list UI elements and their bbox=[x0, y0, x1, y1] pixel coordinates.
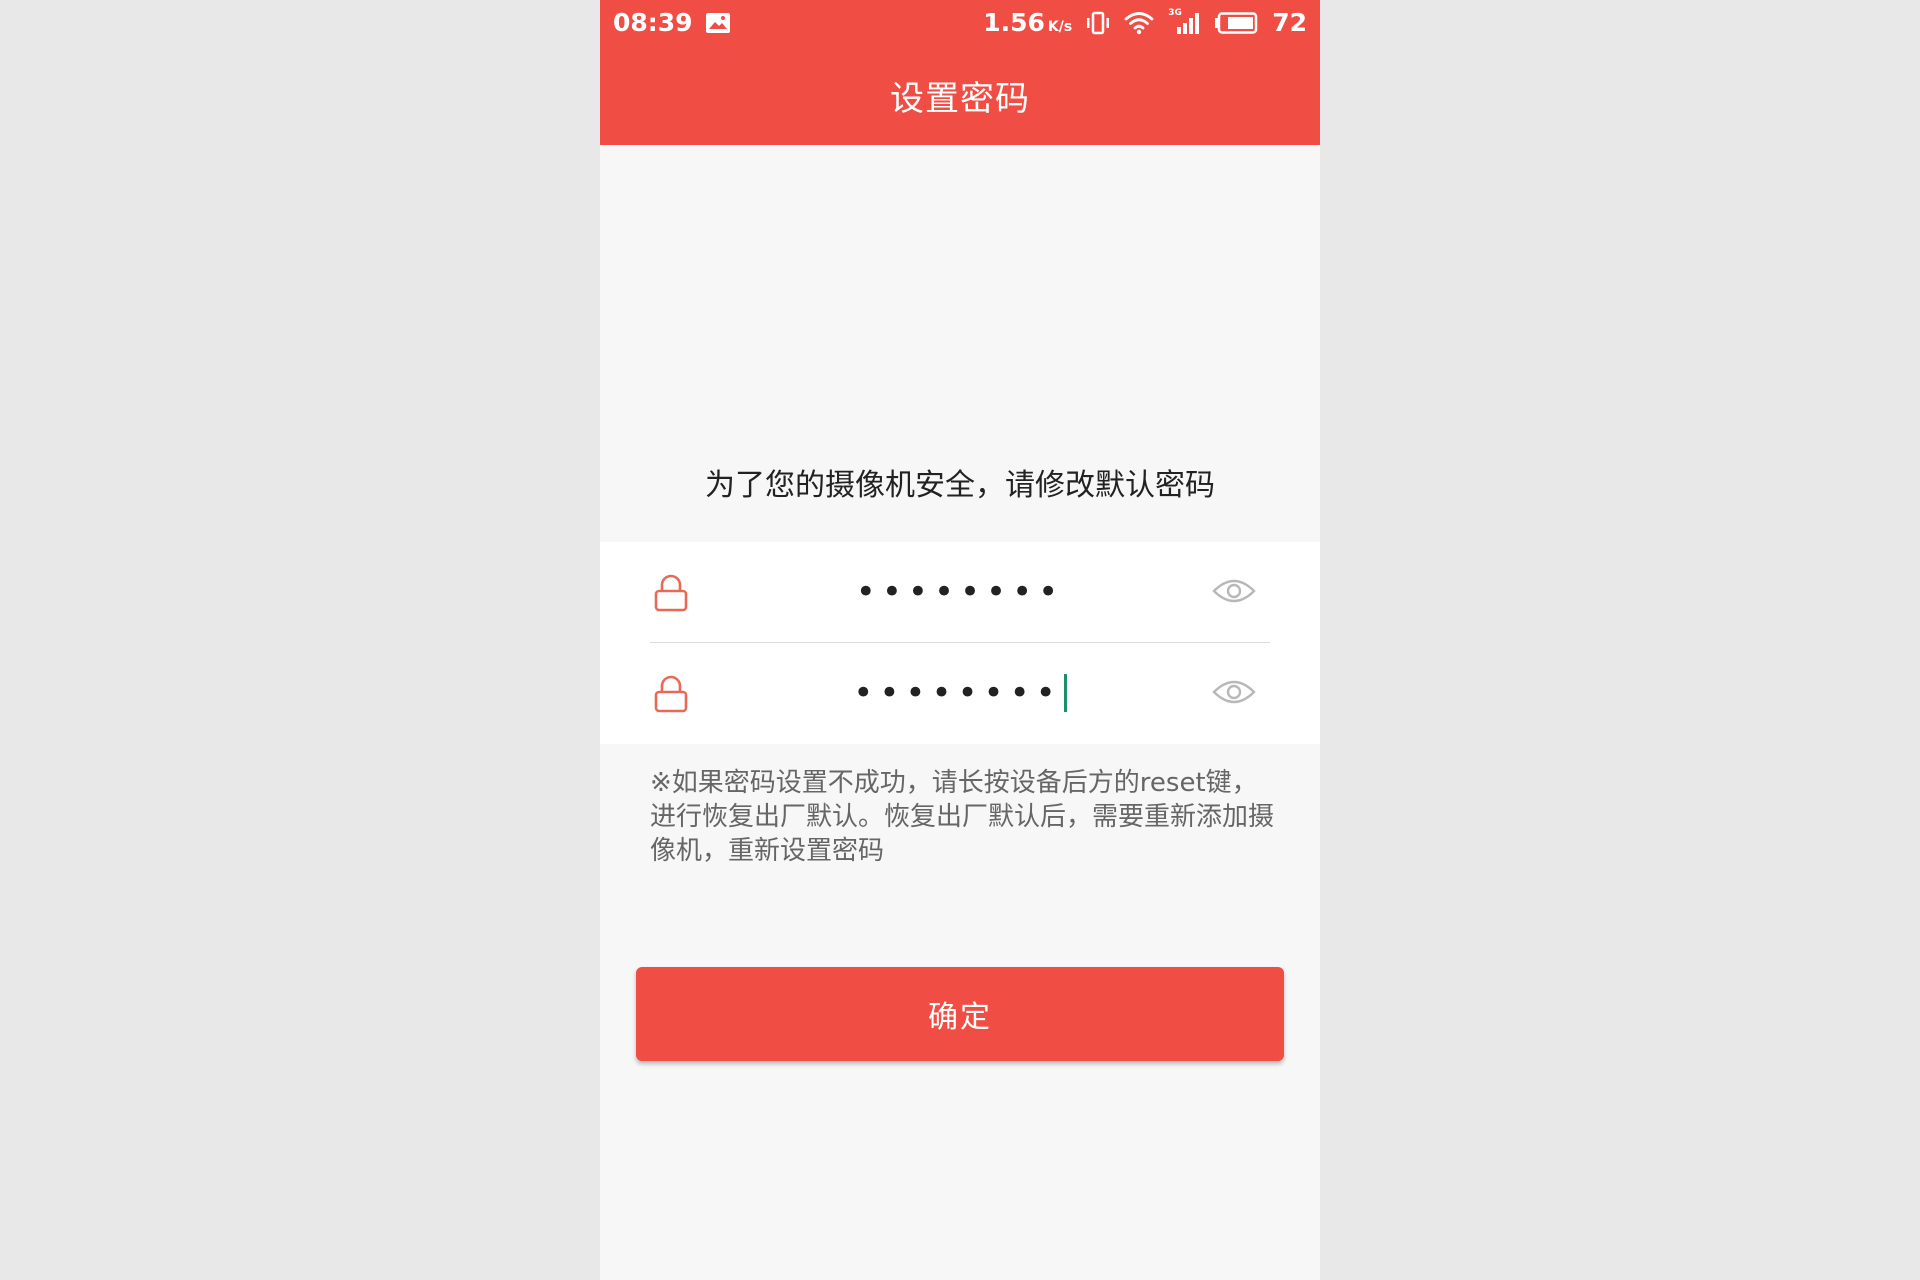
battery-icon bbox=[1215, 11, 1258, 34]
eye-icon[interactable] bbox=[1212, 576, 1256, 606]
net-speed: 1.56 K/s bbox=[983, 8, 1072, 37]
lock-icon bbox=[654, 675, 688, 713]
password-input[interactable]: •••••••• bbox=[780, 542, 1140, 642]
wifi-icon bbox=[1124, 11, 1154, 34]
text-caret bbox=[1063, 674, 1067, 712]
reset-note: ※如果密码设置不成功，请长按设备后方的reset键，进行恢复出厂默认。恢复出厂默… bbox=[650, 768, 1275, 866]
signal-group: 3G bbox=[1168, 8, 1200, 34]
password-value: •••••••• bbox=[855, 572, 1065, 612]
confirm-password-input[interactable]: •••••••• bbox=[780, 643, 1140, 743]
page-title: 设置密码 bbox=[890, 78, 1030, 119]
confirm-password-row: •••••••• bbox=[600, 643, 1320, 743]
status-bar-left: 08:39 bbox=[613, 8, 731, 37]
eye-icon[interactable] bbox=[1212, 677, 1256, 707]
security-prompt: 为了您的摄像机安全，请修改默认密码 bbox=[705, 468, 1215, 503]
status-bar-right: 1.56 K/s 3G 72 bbox=[983, 8, 1307, 38]
app-bar: 设置密码 bbox=[600, 45, 1320, 145]
battery-level: 72 bbox=[1272, 8, 1307, 37]
confirm-button-label: 确定 bbox=[928, 1000, 992, 1035]
confirm-button[interactable]: 确定 bbox=[636, 967, 1284, 1061]
status-bar: 08:39 1.56 K/s 3G 72 bbox=[600, 0, 1320, 45]
phone-screen: 08:39 1.56 K/s 3G 72 设置密码 为了您的摄像机安全，请修改默… bbox=[600, 0, 1320, 1280]
net-speed-value: 1.56 bbox=[983, 8, 1045, 37]
network-type-label: 3G bbox=[1168, 7, 1182, 18]
lock-icon bbox=[654, 574, 688, 612]
password-row: •••••••• bbox=[600, 542, 1320, 642]
image-notification-icon bbox=[705, 12, 730, 33]
net-speed-unit: K/s bbox=[1047, 19, 1073, 35]
confirm-password-value: •••••••• bbox=[853, 673, 1062, 713]
status-time: 08:39 bbox=[613, 8, 693, 37]
password-form: •••••••• •••••••• bbox=[600, 542, 1320, 744]
vibrate-icon bbox=[1087, 11, 1110, 34]
